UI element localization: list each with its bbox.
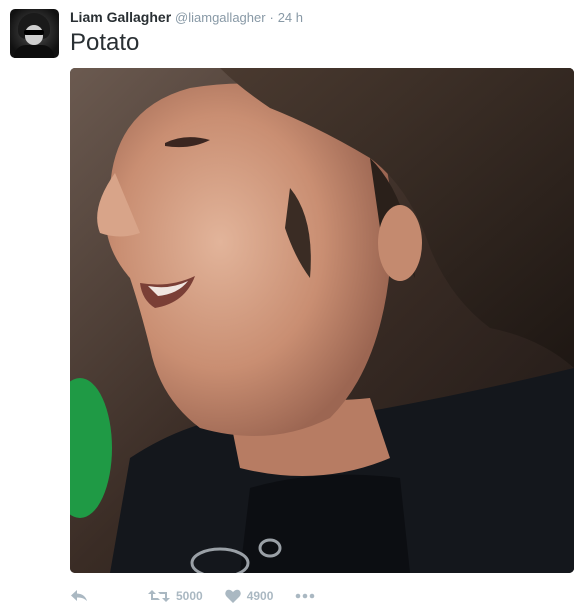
heart-icon — [224, 589, 241, 603]
more-icon — [295, 593, 315, 599]
author-name[interactable]: Liam Gallagher — [70, 9, 171, 25]
tweet-header: Liam Gallagher @liamgallagher · 24 h — [70, 8, 303, 27]
retweet-icon — [148, 589, 170, 603]
tweet-text: Potato — [70, 29, 140, 56]
tweet-photo[interactable] — [70, 68, 574, 573]
retweet-count: 5000 — [176, 589, 203, 603]
more-button[interactable] — [295, 593, 315, 599]
tweet: Liam Gallagher @liamgallagher · 24 h Pot… — [0, 0, 585, 612]
tweet-timestamp[interactable]: 24 h — [278, 10, 303, 25]
like-count: 4900 — [246, 589, 274, 603]
like-button[interactable]: 4900 — [224, 589, 274, 603]
meta-separator: · — [269, 10, 274, 25]
retweet-button[interactable]: 5000 — [148, 589, 203, 603]
reply-icon — [70, 589, 88, 603]
author-handle[interactable]: @liamgallagher — [175, 10, 266, 25]
reply-button[interactable] — [70, 589, 88, 603]
tweet-actions: 5000 4900 — [70, 584, 315, 608]
avatar[interactable] — [10, 9, 59, 58]
